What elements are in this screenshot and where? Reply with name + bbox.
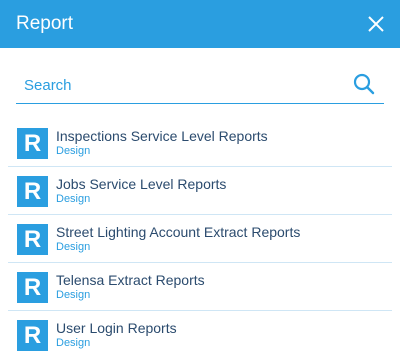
report-icon-letter: R: [23, 274, 42, 301]
report-icon-letter: R: [23, 226, 42, 253]
report-category: Design: [56, 145, 91, 157]
report-category: Design: [56, 337, 91, 349]
report-title: Telensa Extract Reports: [56, 272, 205, 288]
list-item[interactable]: R Inspections Service Level Reports Desi…: [8, 119, 392, 167]
dialog-header: Report: [0, 0, 400, 48]
report-category: Design: [56, 241, 91, 253]
report-icon: R: [17, 272, 48, 303]
report-title: Jobs Service Level Reports: [56, 176, 227, 192]
search-field: [16, 66, 384, 104]
report-icon-letter: R: [23, 178, 42, 205]
report-title: User Login Reports: [56, 320, 177, 336]
report-icon-letter: R: [23, 130, 42, 157]
report-category: Design: [56, 289, 91, 301]
report-list: R Inspections Service Level Reports Desi…: [8, 119, 392, 359]
search-icon[interactable]: [352, 72, 376, 96]
list-item[interactable]: R Street Lighting Account Extract Report…: [8, 215, 392, 263]
report-icon: R: [17, 128, 48, 159]
report-icon: R: [17, 176, 48, 207]
search-input[interactable]: [16, 72, 336, 98]
list-item[interactable]: R User Login Reports Design: [8, 311, 392, 359]
report-title: Street Lighting Account Extract Reports: [56, 224, 301, 240]
report-title: Inspections Service Level Reports: [56, 128, 268, 144]
dialog-title: Report: [16, 13, 74, 34]
report-category: Design: [56, 193, 91, 205]
report-icon: R: [17, 224, 48, 255]
list-item[interactable]: R Jobs Service Level Reports Design: [8, 167, 392, 215]
report-icon: R: [17, 320, 48, 351]
list-item[interactable]: R Telensa Extract Reports Design: [8, 263, 392, 311]
report-icon-letter: R: [23, 322, 42, 349]
close-icon: [368, 16, 384, 32]
close-button[interactable]: [362, 10, 390, 38]
